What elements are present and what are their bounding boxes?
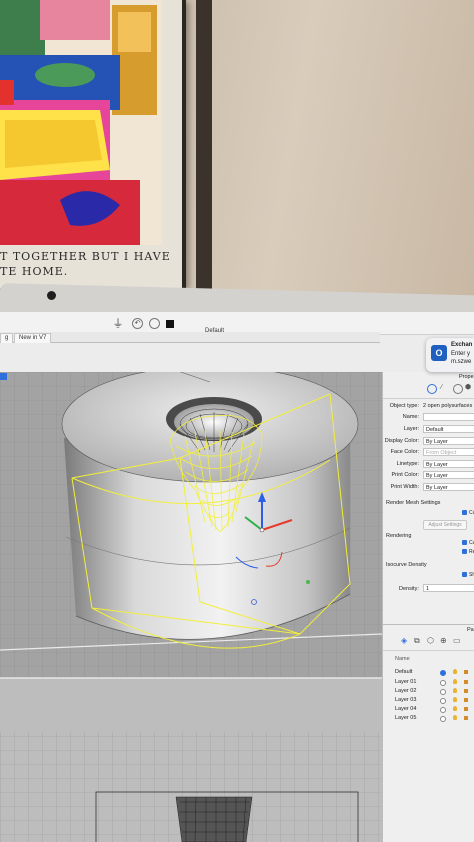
layers-column-name: Name bbox=[395, 656, 410, 662]
layer-current-toggle[interactable] bbox=[440, 698, 446, 704]
perspective-viewport[interactable] bbox=[0, 372, 382, 842]
show-isocurves-label: Sh bbox=[469, 572, 474, 578]
layer-current-toggle[interactable] bbox=[440, 689, 446, 695]
layer-lock-icon[interactable] bbox=[464, 670, 468, 674]
filter-icon[interactable]: ⏚ bbox=[112, 318, 124, 330]
layer-lock-icon[interactable] bbox=[464, 698, 468, 702]
current-layer-indicator[interactable] bbox=[440, 670, 446, 676]
display-color-select[interactable]: By Layer bbox=[423, 437, 474, 445]
density-label: Density: bbox=[399, 586, 419, 592]
section-render-mesh: Render Mesh Settings bbox=[386, 500, 441, 506]
poster-text: TE HOME. bbox=[0, 265, 69, 278]
tab-new-in-v7[interactable]: New in V7 bbox=[14, 333, 52, 343]
tab-bar bbox=[0, 332, 380, 343]
layer-lock-icon[interactable] bbox=[464, 707, 468, 711]
layer-lock-icon[interactable] bbox=[464, 680, 468, 684]
panel-divider bbox=[383, 624, 474, 625]
layer-lock-icon[interactable] bbox=[464, 689, 468, 693]
field-label-layer: Layer: bbox=[403, 426, 419, 432]
density-field[interactable]: 1 bbox=[423, 584, 474, 592]
layer-lock-icon[interactable] bbox=[464, 716, 468, 720]
layer-row-default[interactable]: Default bbox=[395, 669, 412, 675]
layer-current-toggle[interactable] bbox=[440, 707, 446, 713]
monitor-screen: ⏚ ↶ Default g New in V7 Prope ∕ ⬢ Object… bbox=[0, 312, 474, 842]
layer-visibility-icon[interactable] bbox=[453, 669, 457, 674]
layer-visibility-icon[interactable] bbox=[453, 688, 457, 693]
sphere-icon[interactable] bbox=[453, 384, 463, 394]
new-layer-icon[interactable]: ⧉ bbox=[414, 636, 423, 645]
globe-icon[interactable]: ⊕ bbox=[440, 636, 449, 645]
field-label-print-color: Print Color: bbox=[391, 472, 419, 478]
color-swatch-icon[interactable] bbox=[166, 320, 174, 328]
texture-icon[interactable]: ⬢ bbox=[465, 384, 473, 392]
outlook-icon: O bbox=[431, 345, 447, 361]
poster-frame: T TOGETHER BUT I HAVE TE HOME. bbox=[0, 0, 186, 288]
field-label-face-color: Face Color: bbox=[390, 449, 419, 455]
layer-select[interactable]: Default bbox=[423, 425, 474, 433]
webcam bbox=[47, 291, 56, 300]
layers-panel-title: Pa bbox=[467, 627, 474, 633]
adjust-settings-button[interactable]: Adjust Settings bbox=[423, 520, 467, 530]
layer-visibility-icon[interactable] bbox=[453, 715, 457, 720]
notification-line: m.szwe bbox=[451, 359, 472, 365]
receive-shadows-checkbox[interactable] bbox=[462, 549, 467, 554]
layer-row-03[interactable]: Layer 03 bbox=[395, 697, 416, 703]
undo-icon[interactable]: ↶ bbox=[132, 318, 143, 329]
exchange-notification[interactable]: O Exchan Enter y m.szwe bbox=[426, 338, 474, 372]
print-color-select[interactable]: By Layer bbox=[423, 471, 474, 479]
custom-mesh-label: Cu bbox=[469, 510, 474, 516]
panel-title: Prope bbox=[459, 374, 474, 380]
cube-icon[interactable]: ⬡ bbox=[427, 636, 436, 645]
layer-current-toggle[interactable] bbox=[440, 680, 446, 686]
field-label-object-type: Object type: bbox=[389, 403, 419, 409]
name-field[interactable] bbox=[423, 413, 474, 421]
show-isocurves-checkbox[interactable] bbox=[462, 572, 467, 577]
print-width-select[interactable]: By Layer bbox=[423, 483, 474, 491]
field-label-display-color: Display Color: bbox=[384, 438, 419, 444]
layer-row-02[interactable]: Layer 02 bbox=[395, 688, 416, 694]
face-color-select[interactable]: From Object bbox=[423, 448, 474, 456]
notification-title: Exchan bbox=[451, 342, 473, 348]
field-label-linetype: Linetype: bbox=[396, 461, 419, 467]
field-label-print-width: Print Width: bbox=[390, 484, 419, 490]
layer-current-toggle[interactable] bbox=[440, 716, 446, 722]
panel-divider bbox=[383, 650, 474, 651]
layer-visibility-icon[interactable] bbox=[453, 706, 457, 711]
layer-row-05[interactable]: Layer 05 bbox=[395, 715, 416, 721]
display-icon[interactable]: ▭ bbox=[453, 636, 462, 645]
linetype-select[interactable]: By Layer bbox=[423, 460, 474, 468]
notification-line: Enter y bbox=[451, 351, 471, 357]
layer-visibility-icon[interactable] bbox=[453, 679, 457, 684]
section-isocurve: Isocurve Density bbox=[386, 562, 427, 568]
section-rendering: Rendering bbox=[386, 533, 412, 539]
layer-row-04[interactable]: Layer 04 bbox=[395, 706, 416, 712]
brush-icon[interactable]: ∕ bbox=[441, 384, 449, 392]
properties-panel: Prope ∕ ⬢ Object type: 2 open polysurfac… bbox=[382, 372, 474, 842]
poster-illustration bbox=[0, 0, 162, 245]
panel-divider bbox=[383, 398, 474, 399]
layer-visibility-icon[interactable] bbox=[453, 697, 457, 702]
second-frame-edge bbox=[196, 0, 212, 290]
layer-row-01[interactable]: Layer 01 bbox=[395, 679, 416, 685]
custom-mesh-checkbox[interactable] bbox=[462, 510, 467, 515]
field-label-name: Name: bbox=[402, 414, 419, 420]
cast-shadows-label: Ca bbox=[469, 540, 474, 546]
object-properties-icon[interactable] bbox=[427, 384, 437, 394]
layers-icon[interactable]: ◈ bbox=[401, 636, 410, 645]
circle-icon[interactable] bbox=[149, 318, 160, 329]
field-value-object-type: 2 open polysurfaces bbox=[423, 403, 473, 409]
viewport-menu-icon[interactable] bbox=[0, 373, 7, 380]
tab-previous[interactable]: g bbox=[0, 333, 14, 343]
receive-shadows-label: Re bbox=[469, 549, 474, 555]
cast-shadows-checkbox[interactable] bbox=[462, 540, 467, 545]
poster-text: T TOGETHER BUT I HAVE bbox=[0, 250, 171, 263]
